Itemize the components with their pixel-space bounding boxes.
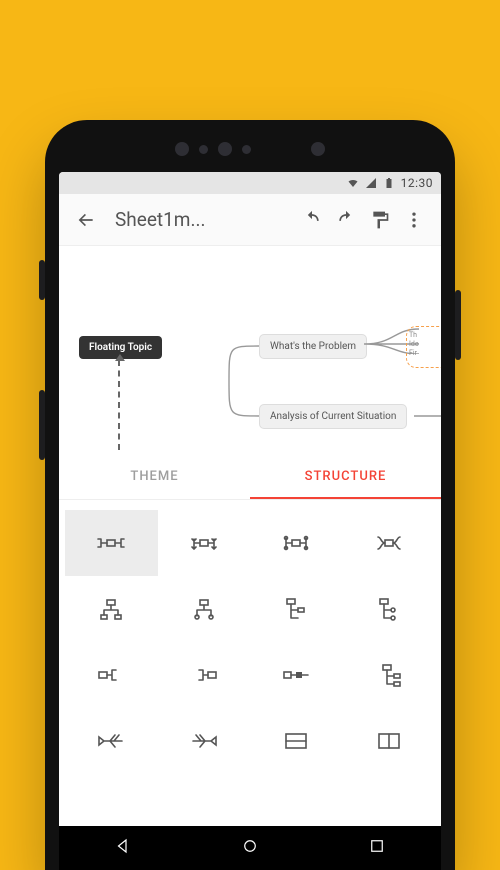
structure-option-logic-right[interactable]: [65, 642, 158, 708]
structure-option-tree-table[interactable]: [343, 642, 436, 708]
structure-option-tree-right[interactable]: [343, 576, 436, 642]
nav-home-icon: [241, 837, 259, 855]
floating-topic-connector: [118, 360, 120, 450]
phone-side-button: [39, 390, 45, 460]
more-vert-icon: [404, 210, 424, 230]
structure-option-matrix-cols[interactable]: [343, 708, 436, 774]
nav-recent-button[interactable]: [368, 837, 386, 859]
nav-back-button[interactable]: [114, 837, 132, 859]
boundary-line: Ide: [409, 340, 441, 349]
status-bar: 12:30: [59, 172, 441, 194]
boundary-line: Fir: [409, 349, 441, 358]
status-time: 12:30: [401, 176, 433, 190]
structure-option-map-left-right[interactable]: [250, 510, 343, 576]
redo-button[interactable]: [329, 203, 363, 237]
phone-speaker: [45, 142, 455, 156]
signal-icon: [365, 177, 377, 189]
format-button[interactable]: [363, 203, 397, 237]
redo-icon: [336, 210, 356, 230]
tab-structure[interactable]: STRUCTURE: [250, 456, 441, 499]
app-bar: Sheet1m...: [59, 194, 441, 246]
edge: [414, 406, 441, 426]
undo-icon: [302, 210, 322, 230]
structure-option-tree-left[interactable]: [250, 576, 343, 642]
more-button[interactable]: [397, 203, 431, 237]
structure-option-map-clockwise[interactable]: [158, 510, 251, 576]
structure-option-timeline[interactable]: [250, 642, 343, 708]
structure-option-org-up[interactable]: [158, 576, 251, 642]
structure-grid: [59, 500, 441, 826]
phone-side-button: [39, 260, 45, 300]
format-paint-icon: [370, 210, 390, 230]
nav-back-icon: [114, 837, 132, 855]
nav-home-button[interactable]: [241, 837, 259, 859]
undo-button[interactable]: [295, 203, 329, 237]
boundary-node[interactable]: Th Ide Fir: [406, 326, 441, 368]
topic-node[interactable]: Analysis of Current Situation: [259, 404, 407, 429]
phone-frame: 12:30 Sheet1m... Floating Topic: [45, 120, 455, 870]
structure-option-fishbone-right[interactable]: [158, 708, 251, 774]
structure-option-fishbone-left[interactable]: [65, 708, 158, 774]
structure-option-org-down[interactable]: [65, 576, 158, 642]
structure-option-map-balanced[interactable]: [65, 510, 158, 576]
tab-theme[interactable]: THEME: [59, 456, 250, 499]
structure-option-map-radial[interactable]: [343, 510, 436, 576]
mindmap-canvas[interactable]: Floating Topic What's the Problem Analys…: [59, 246, 441, 456]
page-title: Sheet1m...: [115, 208, 295, 231]
battery-icon: [383, 177, 395, 189]
arrow-left-icon: [76, 210, 96, 230]
nav-recent-icon: [368, 837, 386, 855]
structure-option-matrix-rows[interactable]: [250, 708, 343, 774]
panel-tabs: THEME STRUCTURE: [59, 456, 441, 500]
phone-side-button: [455, 290, 461, 360]
boundary-line: Th: [409, 331, 441, 340]
structure-option-logic-left[interactable]: [158, 642, 251, 708]
screen: 12:30 Sheet1m... Floating Topic: [59, 172, 441, 870]
topic-node[interactable]: What's the Problem: [259, 334, 367, 359]
edge: [219, 341, 264, 421]
wifi-icon: [347, 177, 359, 189]
back-button[interactable]: [69, 203, 103, 237]
